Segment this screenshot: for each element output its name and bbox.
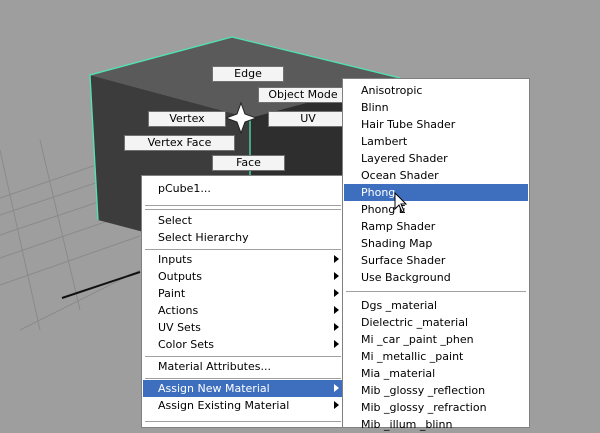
separator xyxy=(145,421,341,422)
menu-item-select-hierarchy[interactable]: Select Hierarchy xyxy=(143,229,343,246)
menu-item-paint-label: Paint xyxy=(158,287,186,300)
submenu-arrow-icon xyxy=(334,384,339,392)
submenu-item-mental-ray-material[interactable]: Dielectric _material xyxy=(344,314,528,331)
submenu-item-mental-ray-material[interactable]: Mib _illum _blinn xyxy=(344,416,528,433)
submenu-arrow-icon xyxy=(334,255,339,263)
submenu-item-mental-ray-material[interactable]: Mi _car _paint _phen xyxy=(344,331,528,348)
submenu-item-material[interactable]: Hair Tube Shader xyxy=(344,116,528,133)
menu-item-assign-new-material-label: Assign New Material xyxy=(158,382,270,395)
menu-item-color-sets[interactable]: Color Sets xyxy=(143,336,343,353)
submenu-item-material[interactable]: Lambert xyxy=(344,133,528,150)
object-context-menu: pCube1... Select Select Hierarchy Inputs… xyxy=(141,175,345,428)
menu-item-paint[interactable]: Paint xyxy=(143,285,343,302)
submenu-arrow-icon xyxy=(334,289,339,297)
marking-menu-object-mode[interactable]: Object Mode xyxy=(258,87,348,103)
menu-item-outputs-label: Outputs xyxy=(158,270,202,283)
submenu-arrow-icon xyxy=(334,340,339,348)
marking-menu-uv[interactable]: UV xyxy=(268,111,348,127)
menu-item-inputs[interactable]: Inputs xyxy=(143,251,343,268)
submenu-item-mental-ray-material[interactable]: Mia _material xyxy=(344,365,528,382)
menu-item-actions-label: Actions xyxy=(158,304,199,317)
menu-item-assign-existing-material[interactable]: Assign Existing Material xyxy=(143,397,343,414)
separator xyxy=(145,209,341,210)
mouse-cursor-icon xyxy=(394,192,408,213)
marking-menu-face[interactable]: Face xyxy=(212,155,285,171)
submenu-item-material[interactable]: Use Background xyxy=(344,269,528,286)
submenu-item-material[interactable]: Ocean Shader xyxy=(344,167,528,184)
submenu-item-mental-ray-material[interactable]: Dgs _material xyxy=(344,297,528,314)
submenu-item-material[interactable]: Blinn xyxy=(344,99,528,116)
menu-item-select[interactable]: Select xyxy=(143,212,343,229)
separator xyxy=(145,378,341,379)
marking-menu-edge[interactable]: Edge xyxy=(212,66,284,82)
separator xyxy=(145,205,341,206)
menu-item-uv-sets[interactable]: UV Sets xyxy=(143,319,343,336)
submenu-item-material[interactable]: Layered Shader xyxy=(344,150,528,167)
menu-item-outputs[interactable]: Outputs xyxy=(143,268,343,285)
separator xyxy=(346,291,526,292)
submenu-item-material[interactable]: Phong E xyxy=(344,201,528,218)
submenu-item-material[interactable]: Phong xyxy=(344,184,528,201)
submenu-item-mental-ray-material[interactable]: Mib _glossy _reflection xyxy=(344,382,528,399)
submenu-item-material[interactable]: Ramp Shader xyxy=(344,218,528,235)
submenu-arrow-icon xyxy=(334,401,339,409)
submenu-item-mental-ray-material[interactable]: Mi _metallic _paint xyxy=(344,348,528,365)
menu-item-object-name[interactable]: pCube1... xyxy=(143,180,343,197)
separator xyxy=(145,249,341,250)
menu-item-inputs-label: Inputs xyxy=(158,253,193,266)
menu-item-assign-existing-material-label: Assign Existing Material xyxy=(158,399,290,412)
menu-item-assign-new-material[interactable]: Assign New Material xyxy=(143,380,343,397)
assign-material-submenu: Anisotropic Blinn Hair Tube Shader Lambert L… xyxy=(342,78,530,431)
submenu-item-mental-ray-material[interactable]: Mib _glossy _refraction xyxy=(344,399,528,416)
submenu-arrow-icon xyxy=(334,323,339,331)
menu-item-actions[interactable]: Actions xyxy=(143,302,343,319)
submenu-item-material[interactable]: Shading Map xyxy=(344,235,528,252)
marking-menu-vertex[interactable]: Vertex xyxy=(148,111,226,127)
menu-item-uv-sets-label: UV Sets xyxy=(158,321,201,334)
submenu-item-material[interactable]: Surface Shader xyxy=(344,252,528,269)
menu-item-color-sets-label: Color Sets xyxy=(158,338,215,351)
submenu-item-material[interactable]: Anisotropic xyxy=(344,82,528,99)
submenu-arrow-icon xyxy=(334,306,339,314)
submenu-arrow-icon xyxy=(334,272,339,280)
marking-menu-vertex-face[interactable]: Vertex Face xyxy=(124,135,235,151)
menu-item-material-attributes[interactable]: Material Attributes... xyxy=(143,358,343,375)
separator xyxy=(145,356,341,357)
